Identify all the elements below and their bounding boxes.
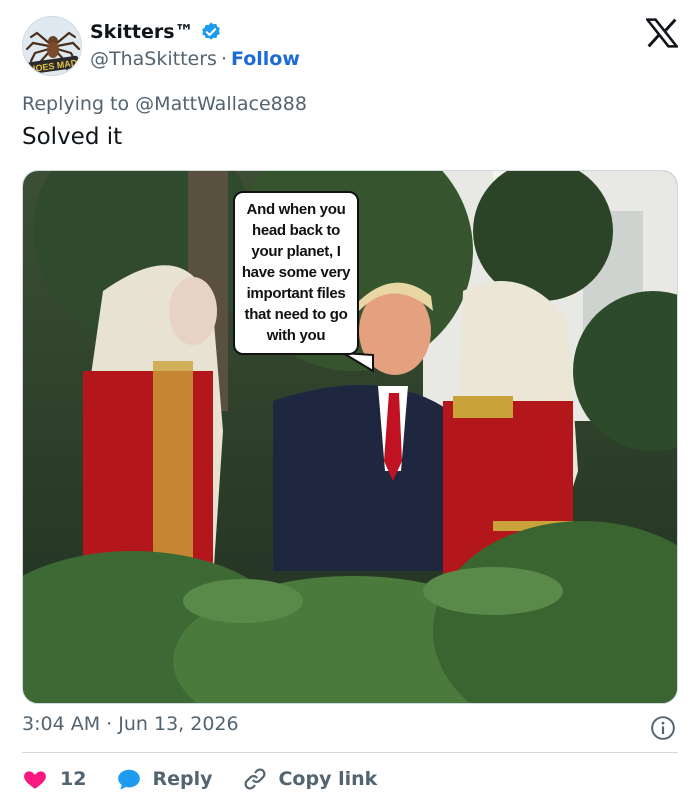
handle[interactable]: @ThaSkitters (90, 48, 217, 70)
reply-label: Reply (152, 768, 213, 790)
action-bar: 12 Reply Copy link (22, 764, 377, 794)
timestamp-separator: · (106, 713, 113, 735)
follow-button[interactable]: Follow (231, 48, 300, 70)
timestamp[interactable]: 3:04 AM · Jun 13, 2026 (22, 713, 239, 735)
verified-badge-icon (201, 22, 220, 40)
caption-line: your planet, I (251, 243, 341, 260)
divider (22, 752, 678, 753)
caption-line: with you (266, 327, 326, 344)
handle-row: @ThaSkitters · Follow (90, 48, 300, 70)
caption-line: have some very (241, 264, 351, 281)
x-logo-icon[interactable] (646, 18, 678, 48)
caption-line: important files (246, 285, 346, 302)
reply-context: Replying to @MattWallace888 (22, 93, 307, 115)
tweet-embed: HOES MAD Skitters™ @ThaSkitters · Follow R… (0, 0, 700, 806)
tweet-text: Solved it (22, 124, 123, 150)
speech-bubble-caption: And when you head back to your planet, I… (233, 191, 359, 355)
display-name[interactable]: Skitters™ (90, 21, 194, 43)
link-icon (245, 768, 266, 790)
caption-line: And when you (246, 201, 346, 218)
tweet-media-image[interactable]: And when you head back to your planet, I… (22, 170, 678, 704)
info-icon[interactable] (650, 715, 676, 741)
reply-button[interactable]: Reply (116, 766, 212, 792)
reply-prefix: Replying to (22, 93, 130, 115)
spider-avatar-image: HOES MAD (23, 17, 81, 75)
like-button[interactable]: 12 (22, 766, 86, 792)
caption-line: that need to go (244, 306, 348, 323)
heart-icon (24, 771, 46, 789)
timestamp-date[interactable]: Jun 13, 2026 (118, 713, 238, 735)
like-count: 12 (60, 768, 87, 790)
reply-mention-link[interactable]: @MattWallace888 (135, 93, 307, 115)
copy-link-button[interactable]: Copy link (242, 766, 377, 792)
separator: · (220, 48, 227, 70)
display-name-row[interactable]: Skitters™ (90, 21, 222, 43)
timestamp-time[interactable]: 3:04 AM (22, 713, 100, 735)
avatar[interactable]: HOES MAD (22, 16, 82, 76)
caption-line: head back to (251, 222, 341, 239)
copy-link-label: Copy link (278, 768, 378, 790)
speech-bubble-icon (118, 769, 141, 790)
